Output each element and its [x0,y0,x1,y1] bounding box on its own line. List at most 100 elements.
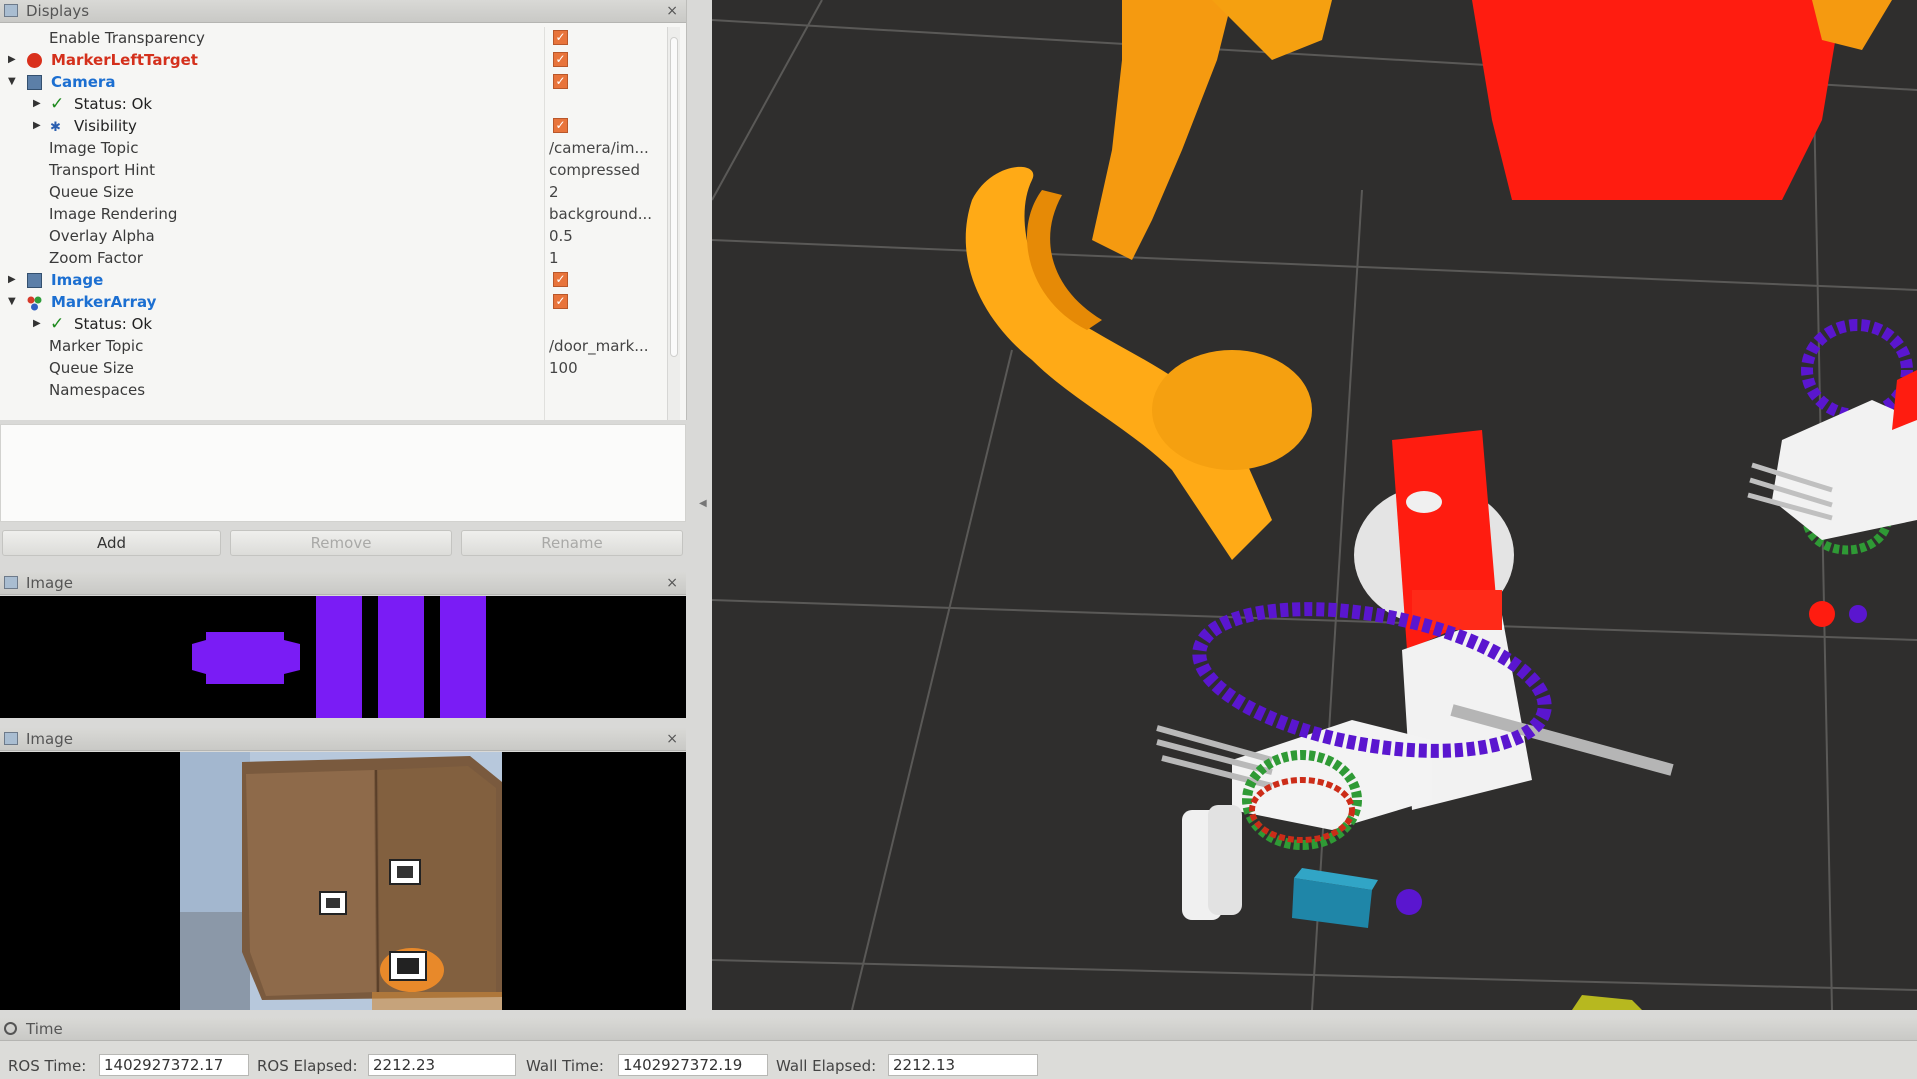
marker-image [192,596,486,718]
3d-render-view[interactable] [712,0,1917,1010]
tree-row-image-topic[interactable]: Image Topic /camera/im... [0,137,666,159]
marker-sphere-red [1809,601,1835,627]
eye-icon: ✱ [50,120,61,135]
close-icon[interactable]: × [666,728,678,750]
wall-time-value[interactable]: 1402927372.19 [618,1054,768,1076]
description-area [0,424,686,522]
tree-row-value[interactable]: 1 [549,247,559,269]
checkbox[interactable]: ✓ [553,272,568,287]
tree-row-label: Camera [51,73,116,91]
close-icon[interactable]: × [666,0,678,22]
marker-yellow [1572,995,1642,1010]
marker-bar [378,596,424,718]
tree-row-value[interactable]: 0.5 [549,225,573,247]
tree-row-value[interactable]: 100 [549,357,578,379]
tree-row-overlay-alpha[interactable]: Overlay Alpha 0.5 [0,225,666,247]
wall-elapsed-value[interactable]: 2212.13 [888,1054,1038,1076]
time-title-bar[interactable]: Time [0,1018,1917,1041]
checkbox[interactable]: ✓ [553,118,568,133]
add-button[interactable]: Add [2,530,221,556]
marker-bar [316,596,362,718]
check-icon: ✓ [50,94,65,114]
expand-arrow-icon[interactable]: ▶ [8,269,18,291]
tree-row-marker-queue-size[interactable]: Queue Size 100 [0,357,666,379]
remove-button[interactable]: Remove [230,530,452,556]
displays-title-bar[interactable]: Displays × [0,0,686,23]
tree-row-value[interactable]: /door_mark... [549,335,649,357]
camera-icon [27,75,42,90]
close-icon[interactable]: × [666,572,678,594]
tree-row-namespaces[interactable]: Namespaces [0,379,666,401]
tree-row-camera-status[interactable]: ▶ ✓ Status: Ok [0,93,666,115]
tree-row-queue-size[interactable]: Queue Size 2 [0,181,666,203]
expand-arrow-icon[interactable]: ▶ [8,49,18,71]
tree-row-image-rendering[interactable]: Image Rendering background... [0,203,666,225]
tree-row-label: Image [51,271,104,289]
marker-shape-blob [192,632,300,684]
marker-array-icon [27,295,42,311]
splitter-handle-icon[interactable]: ◀ [699,498,707,509]
tree-row-label: Status: Ok [74,315,153,333]
marker-sphere-purple [1849,605,1867,623]
error-icon [27,53,42,68]
expand-arrow-icon[interactable]: ▶ [33,313,43,335]
tree-row-image[interactable]: ▶ Image ✓ [0,269,666,291]
tree-row-value[interactable]: compressed [549,159,640,181]
tree-scrollbar[interactable] [667,27,680,420]
expand-arrow-icon[interactable]: ▶ [33,115,43,137]
tree-row-markerlefttarget[interactable]: ▶ MarkerLeftTarget ✓ [0,49,666,71]
image-icon [27,273,42,288]
tree-row-label: Overlay Alpha [49,227,155,245]
marker-sphere-purple [1396,889,1422,915]
ros-time-value[interactable]: 1402927372.17 [99,1054,249,1076]
scrollbar-thumb[interactable] [670,37,678,357]
column-divider [544,27,545,420]
tree-row-label: Transport Hint [49,161,155,179]
tree-row-label: Image Rendering [49,205,178,223]
time-title: Time [26,1020,63,1038]
tree-row-label: Marker Topic [49,337,144,355]
tree-row-visibility[interactable]: ▶ ✱ Visibility ✓ [0,115,666,137]
marker-bar [440,596,486,718]
tree-row-label: Zoom Factor [49,249,143,267]
check-icon: ✓ [50,314,65,334]
tree-row-label: Namespaces [49,381,146,399]
tree-row-zoom-factor[interactable]: Zoom Factor 1 [0,247,666,269]
image-panel-2-title-bar[interactable]: Image × [0,728,686,751]
checkbox[interactable]: ✓ [553,294,568,309]
checkbox[interactable]: ✓ [553,74,568,89]
tree-row-label: MarkerLeftTarget [51,51,198,69]
expand-arrow-icon[interactable]: ▶ [33,93,43,115]
camera-image [180,752,502,1010]
clock-icon [4,1022,17,1035]
rename-button[interactable]: Rename [461,530,683,556]
tree-row-label: Image Topic [49,139,139,157]
tree-row-enable-transparency[interactable]: Enable Transparency ✓ [0,27,666,49]
image-view-camera [0,752,686,1010]
tree-row-markerarray-status[interactable]: ▶ ✓ Status: Ok [0,313,666,335]
tree-row-label: Status: Ok [74,95,153,113]
collapse-arrow-icon[interactable]: ▼ [8,291,18,313]
tree-row-marker-topic[interactable]: Marker Topic /door_mark... [0,335,666,357]
tree-row-label: Queue Size [49,359,134,377]
tree-row-camera[interactable]: ▼ Camera ✓ [0,71,666,93]
image-panel-1-title-bar[interactable]: Image × [0,572,686,595]
image-panel-1-title: Image [26,574,73,592]
checkbox[interactable]: ✓ [553,52,568,67]
tree-row-transport-hint[interactable]: Transport Hint compressed [0,159,666,181]
ros-elapsed-label: ROS Elapsed: [257,1057,358,1075]
tree-row-value[interactable]: /camera/im... [549,137,649,159]
tree-row-label: Visibility [74,117,137,135]
tree-row-label: Enable Transparency [49,29,205,47]
tree-row-value[interactable]: 2 [549,181,559,203]
collapse-arrow-icon[interactable]: ▼ [8,71,18,93]
tree-row-value[interactable]: background... [549,203,652,225]
image-view-markers [0,596,686,718]
image-panel-2-title: Image [26,730,73,748]
image-icon [4,576,18,589]
tree-row-label: Queue Size [49,183,134,201]
checkbox[interactable]: ✓ [553,30,568,45]
ros-elapsed-value[interactable]: 2212.23 [368,1054,516,1076]
tree-row-markerarray[interactable]: ▼ MarkerArray ✓ [0,291,666,313]
wall-time-label: Wall Time: [526,1057,604,1075]
